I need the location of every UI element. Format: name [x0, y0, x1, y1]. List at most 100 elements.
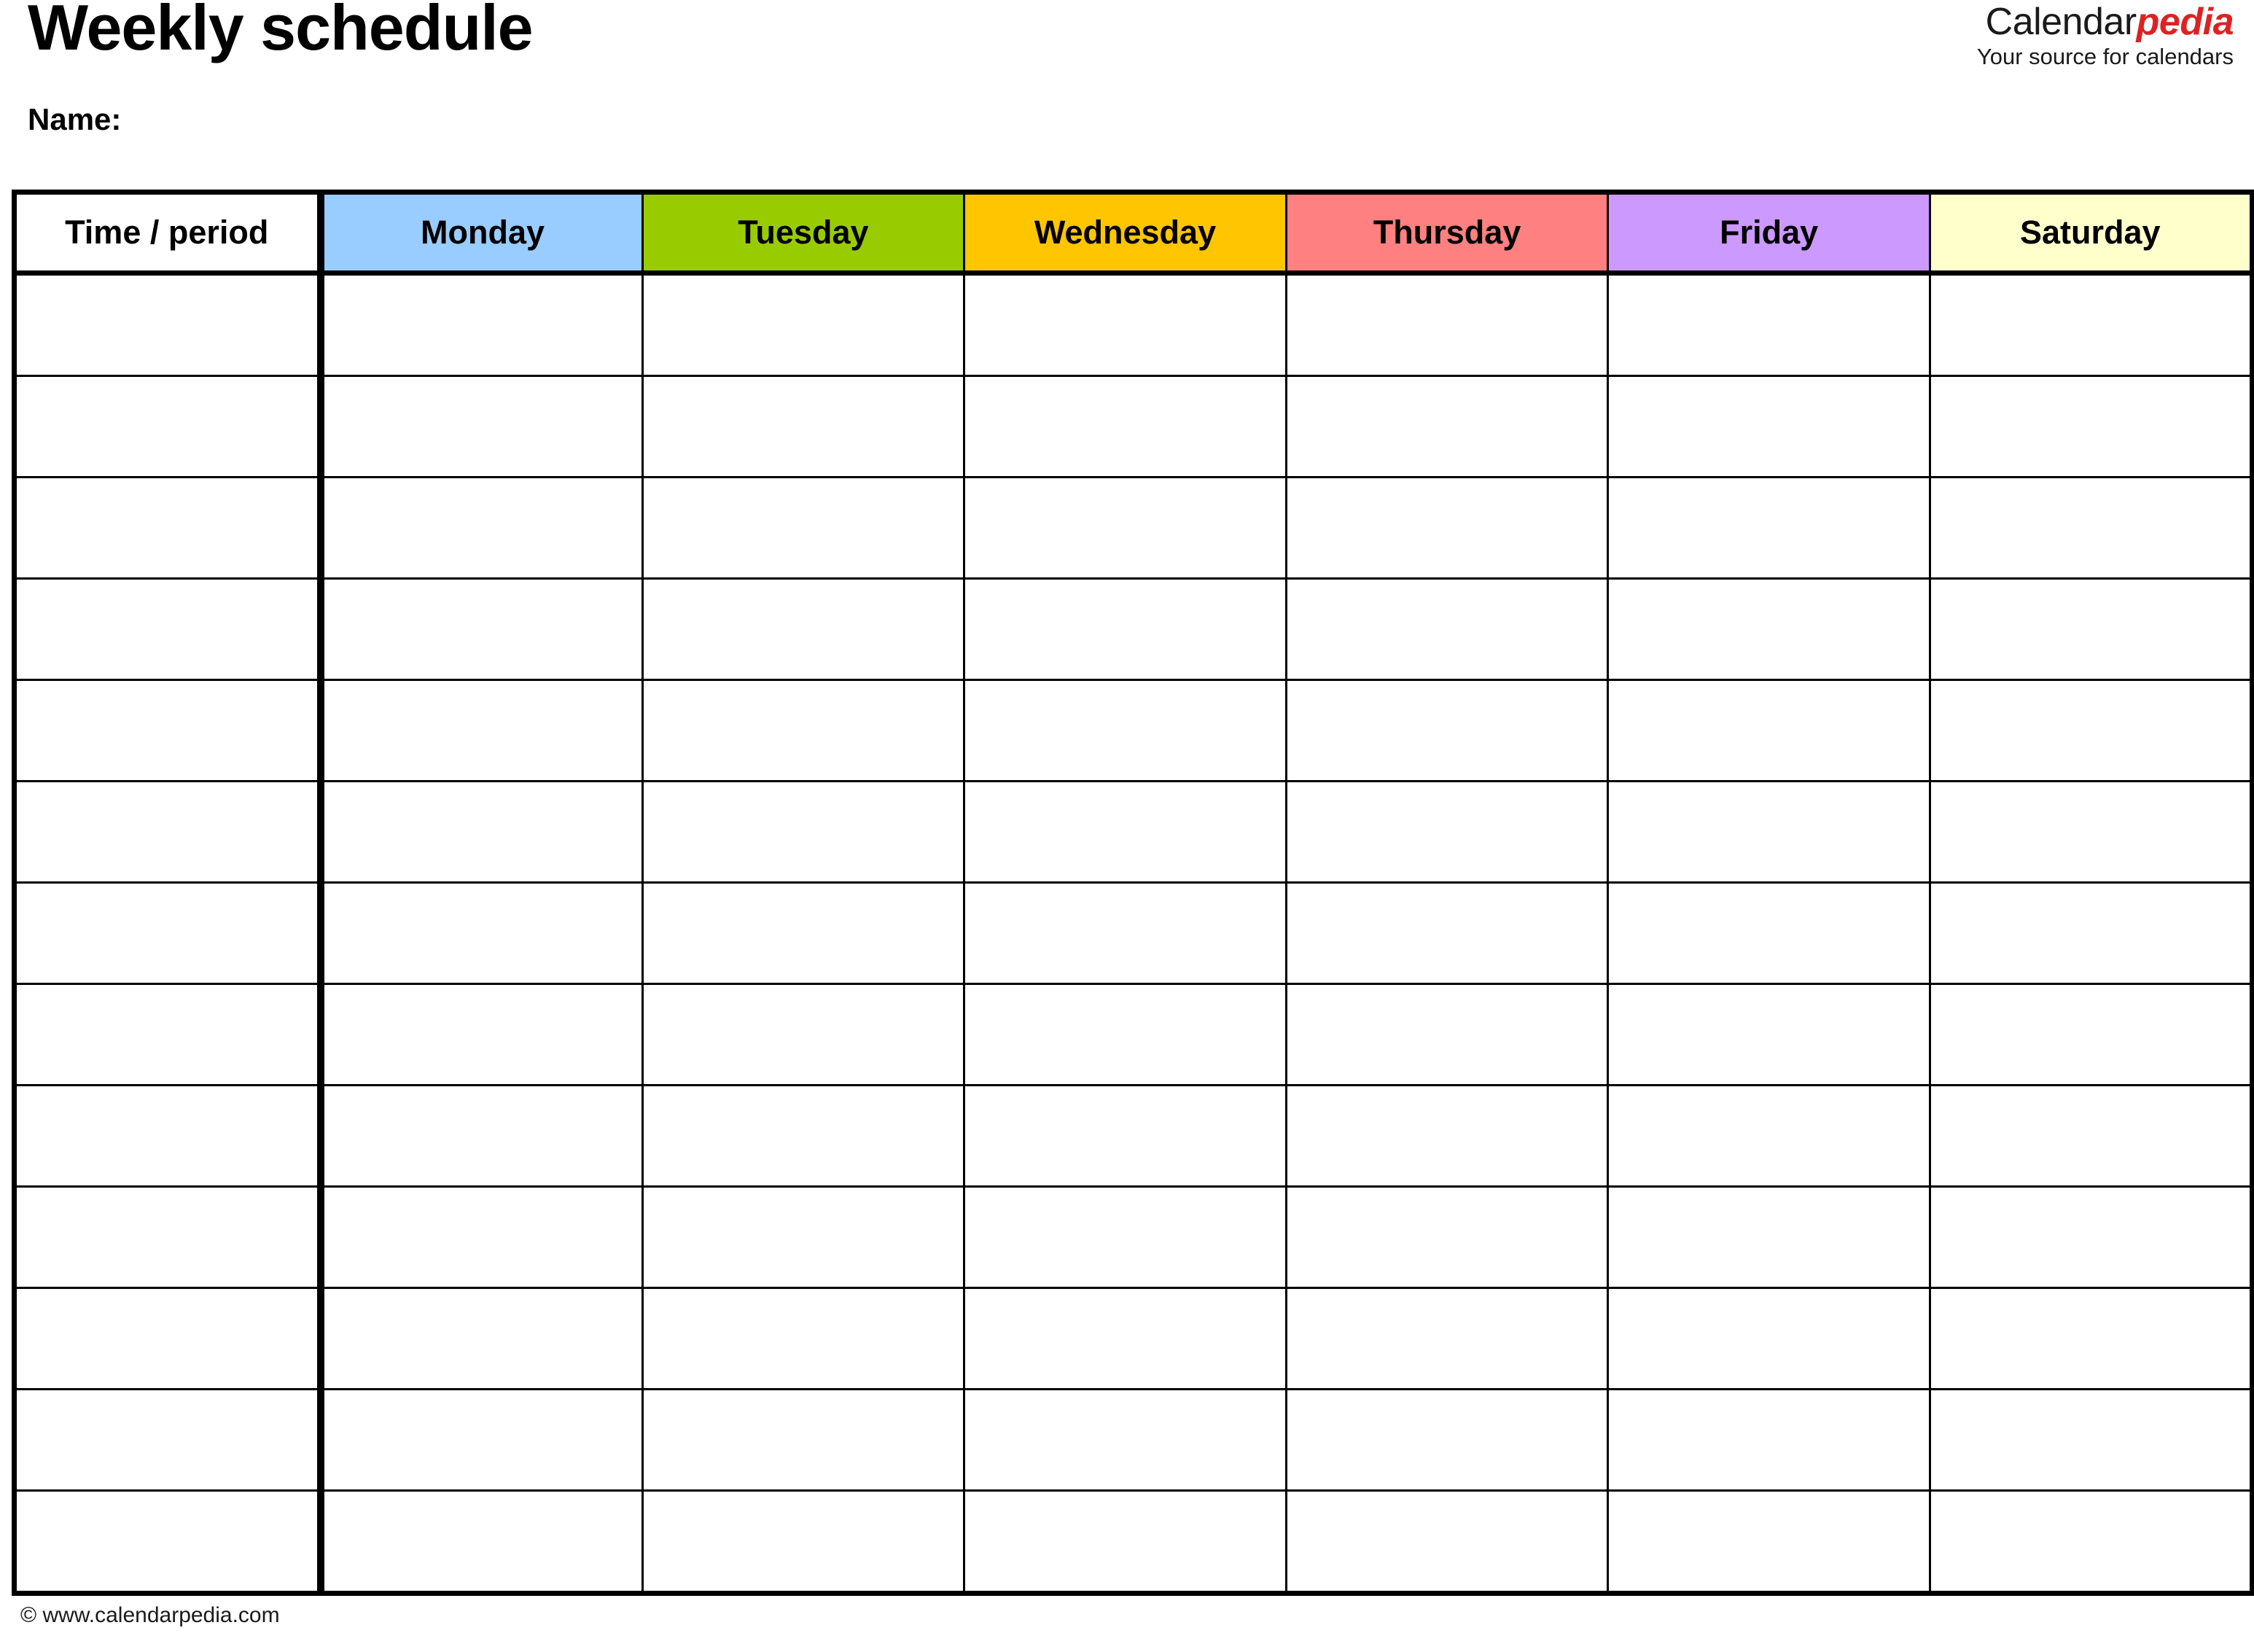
- time-period-cell[interactable]: [14, 1489, 324, 1594]
- column-header-saturday: Saturday: [1928, 192, 2253, 276]
- schedule-cell-thursday[interactable]: [1284, 1489, 1610, 1594]
- schedule-cell-thursday[interactable]: [1284, 1185, 1610, 1289]
- schedule-cell-wednesday[interactable]: [963, 1185, 1287, 1289]
- schedule-cell-saturday[interactable]: [1928, 375, 2253, 478]
- schedule-cell-saturday[interactable]: [1928, 577, 2253, 681]
- schedule-cell-wednesday[interactable]: [963, 375, 1287, 478]
- schedule-cell-thursday[interactable]: [1284, 476, 1610, 580]
- brand-tagline: Your source for calendars: [1976, 44, 2234, 69]
- schedule-cell-tuesday[interactable]: [641, 1084, 966, 1188]
- time-period-cell[interactable]: [14, 375, 324, 478]
- schedule-cell-friday[interactable]: [1607, 1489, 1931, 1594]
- schedule-cell-saturday[interactable]: [1928, 983, 2253, 1086]
- schedule-cell-tuesday[interactable]: [641, 476, 966, 580]
- schedule-cell-tuesday[interactable]: [641, 1388, 966, 1492]
- schedule-cell-wednesday[interactable]: [963, 577, 1287, 681]
- schedule-cell-monday[interactable]: [319, 1388, 644, 1492]
- time-period-cell[interactable]: [14, 272, 324, 377]
- schedule-cell-wednesday[interactable]: [963, 983, 1287, 1086]
- weekly-schedule-page: Weekly schedule Name: Calendarpedia Your…: [0, 0, 2254, 1652]
- schedule-cell-wednesday[interactable]: [963, 1084, 1287, 1188]
- time-period-cell[interactable]: [14, 476, 324, 580]
- schedule-cell-thursday[interactable]: [1284, 375, 1610, 478]
- schedule-cell-tuesday[interactable]: [641, 679, 966, 782]
- schedule-cell-friday[interactable]: [1607, 577, 1931, 681]
- time-period-cell[interactable]: [14, 780, 324, 884]
- schedule-cell-wednesday[interactable]: [963, 272, 1287, 377]
- schedule-cell-thursday[interactable]: [1284, 1084, 1610, 1188]
- schedule-cell-thursday[interactable]: [1284, 272, 1610, 377]
- schedule-cell-saturday[interactable]: [1928, 1388, 2253, 1492]
- schedule-cell-tuesday[interactable]: [641, 780, 966, 884]
- schedule-cell-tuesday[interactable]: [641, 375, 966, 478]
- schedule-cell-friday[interactable]: [1607, 1084, 1931, 1188]
- schedule-cell-monday[interactable]: [319, 272, 644, 377]
- schedule-cell-monday[interactable]: [319, 780, 644, 884]
- schedule-cell-tuesday[interactable]: [641, 272, 966, 377]
- schedule-cell-friday[interactable]: [1607, 375, 1931, 478]
- schedule-cell-monday[interactable]: [319, 881, 644, 985]
- schedule-cell-thursday[interactable]: [1284, 983, 1610, 1086]
- schedule-cell-thursday[interactable]: [1284, 1287, 1610, 1390]
- schedule-cell-friday[interactable]: [1607, 881, 1931, 985]
- schedule-cell-saturday[interactable]: [1928, 1185, 2253, 1289]
- time-period-cell[interactable]: [14, 1185, 324, 1289]
- schedule-cell-thursday[interactable]: [1284, 780, 1610, 884]
- schedule-cell-wednesday[interactable]: [963, 1388, 1287, 1492]
- schedule-cell-saturday[interactable]: [1928, 780, 2253, 884]
- schedule-cell-saturday[interactable]: [1928, 476, 2253, 580]
- schedule-table-head: Time / period Monday Tuesday Wednesday Thurs…: [14, 192, 2253, 276]
- schedule-cell-saturday[interactable]: [1928, 1489, 2253, 1594]
- schedule-cell-tuesday[interactable]: [641, 577, 966, 681]
- schedule-cell-monday[interactable]: [319, 679, 644, 782]
- column-header-friday: Friday: [1607, 192, 1931, 276]
- schedule-cell-thursday[interactable]: [1284, 881, 1610, 985]
- schedule-cell-monday[interactable]: [319, 1185, 644, 1289]
- time-period-cell[interactable]: [14, 1287, 324, 1390]
- schedule-cell-wednesday[interactable]: [963, 780, 1287, 884]
- table-row: [14, 1084, 2253, 1188]
- schedule-cell-friday[interactable]: [1607, 1287, 1931, 1390]
- schedule-cell-saturday[interactable]: [1928, 1287, 2253, 1390]
- schedule-cell-wednesday[interactable]: [963, 881, 1287, 985]
- schedule-cell-tuesday[interactable]: [641, 983, 966, 1086]
- schedule-cell-friday[interactable]: [1607, 272, 1931, 377]
- schedule-cell-monday[interactable]: [319, 1489, 644, 1594]
- time-period-cell[interactable]: [14, 1084, 324, 1188]
- schedule-cell-friday[interactable]: [1607, 1388, 1931, 1492]
- schedule-cell-monday[interactable]: [319, 577, 644, 681]
- schedule-cell-monday[interactable]: [319, 1287, 644, 1390]
- schedule-cell-thursday[interactable]: [1284, 577, 1610, 681]
- schedule-cell-saturday[interactable]: [1928, 272, 2253, 377]
- brand-wordmark: Calendarpedia: [1977, 3, 2234, 41]
- time-period-cell[interactable]: [14, 1388, 324, 1492]
- time-period-cell[interactable]: [14, 679, 324, 782]
- schedule-cell-wednesday[interactable]: [963, 1489, 1287, 1594]
- column-header-thursday: Thursday: [1284, 192, 1610, 276]
- time-period-cell[interactable]: [14, 983, 324, 1086]
- schedule-cell-monday[interactable]: [319, 1084, 644, 1188]
- schedule-cell-tuesday[interactable]: [641, 1489, 966, 1594]
- schedule-cell-friday[interactable]: [1607, 1185, 1931, 1289]
- schedule-cell-friday[interactable]: [1607, 679, 1931, 782]
- schedule-cell-monday[interactable]: [319, 983, 644, 1086]
- time-period-cell[interactable]: [14, 881, 324, 985]
- schedule-cell-tuesday[interactable]: [641, 1185, 966, 1289]
- schedule-cell-wednesday[interactable]: [963, 1287, 1287, 1390]
- time-period-cell[interactable]: [14, 577, 324, 681]
- schedule-cell-tuesday[interactable]: [641, 1287, 966, 1390]
- schedule-cell-friday[interactable]: [1607, 476, 1931, 580]
- schedule-cell-friday[interactable]: [1607, 983, 1931, 1086]
- schedule-cell-saturday[interactable]: [1928, 881, 2253, 985]
- schedule-cell-monday[interactable]: [319, 476, 644, 580]
- schedule-cell-friday[interactable]: [1607, 780, 1931, 884]
- schedule-cell-thursday[interactable]: [1284, 679, 1610, 782]
- schedule-cell-wednesday[interactable]: [963, 476, 1287, 580]
- schedule-cell-tuesday[interactable]: [641, 881, 966, 985]
- schedule-cell-saturday[interactable]: [1928, 1084, 2253, 1188]
- schedule-cell-wednesday[interactable]: [963, 679, 1287, 782]
- schedule-cell-saturday[interactable]: [1928, 679, 2253, 782]
- table-row: [14, 1287, 2253, 1390]
- schedule-cell-thursday[interactable]: [1284, 1388, 1610, 1492]
- schedule-cell-monday[interactable]: [319, 375, 644, 478]
